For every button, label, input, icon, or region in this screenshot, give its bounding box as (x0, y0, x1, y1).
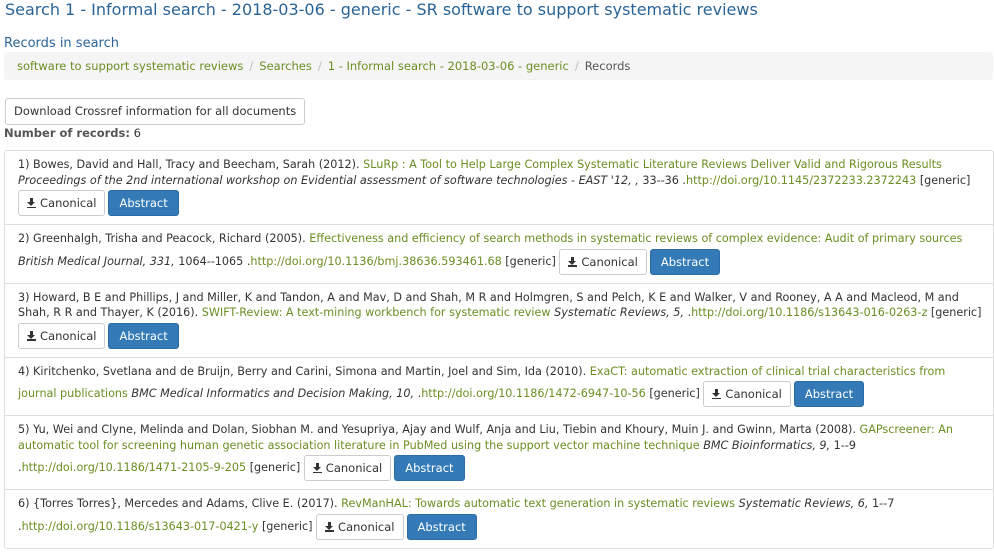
record-venue: BMC Bioinformatics, 9, (703, 438, 831, 452)
download-icon (712, 389, 722, 399)
record-authors: 5) Yu, Wei and Clyne, Melinda and Dolan,… (18, 423, 856, 436)
section-subtitle: Records in search (4, 36, 119, 51)
record-authors: 4) Kiritchenko, Svetlana and de Bruijn, … (18, 364, 587, 378)
record-count: Number of records: 6 (4, 126, 141, 140)
download-icon (27, 198, 36, 208)
canonical-button[interactable]: Canonical (18, 322, 106, 349)
abstract-button[interactable]: Abstract (108, 190, 179, 216)
breadcrumb-current: Records (584, 59, 631, 73)
record-doi-link[interactable]: http://doi.org/10.1186/s13643-016-0263-z (691, 306, 927, 319)
record-venue: Systematic Reviews, 5, (554, 306, 684, 319)
abstract-button[interactable]: Abstract (649, 248, 721, 275)
record-count-label: Number of records: (4, 126, 130, 140)
abstract-button[interactable]: Abstract (406, 513, 477, 540)
record-venue: British Medical Journal, 331, (18, 254, 175, 268)
record-doi-link[interactable]: http://doi.org/10.1186/1471-2105-9-205 (22, 461, 247, 474)
record-tag: [generic] (930, 306, 982, 319)
record-tag: [generic] (249, 461, 301, 474)
record-tag: [generic] (919, 173, 971, 187)
record-item: 1) Bowes, David and Hall, Tracy and Beec… (5, 151, 993, 224)
breadcrumb-separator: / (574, 59, 579, 73)
record-venue: Systematic Reviews, 6, (738, 497, 869, 510)
record-tag: [generic] (261, 519, 313, 533)
record-item: 5) Yu, Wei and Clyne, Melinda and Dolan,… (5, 415, 993, 489)
canonical-button[interactable]: Canonical (703, 381, 791, 407)
breadcrumb-separator: / (317, 59, 322, 73)
download-icon (325, 521, 335, 532)
record-item: 3) Howard, B E and Phillips, J and Mille… (5, 282, 993, 357)
record-title-link[interactable]: RevManHAL: Towards automatic text genera… (341, 497, 735, 510)
record-item: 4) Kiritchenko, Svetlana and de Bruijn, … (5, 356, 993, 416)
record-pages: 1064--1065 . (178, 254, 251, 268)
breadcrumb-search[interactable]: 1 - Informal search - 2018-03-06 - gener… (328, 59, 569, 73)
download-icon (312, 463, 322, 473)
canonical-button[interactable]: Canonical (18, 190, 106, 216)
record-doi-link[interactable]: http://doi.org/10.1186/1472-6947-10-56 (421, 387, 646, 400)
abstract-button[interactable]: Abstract (394, 455, 465, 481)
record-item: 6) {Torres Torres}, Mercedes and Adams, … (5, 489, 993, 548)
record-title-link[interactable]: SWIFT-Review: A text-mining workbench fo… (202, 306, 551, 319)
record-doi-link[interactable]: http://doi.org/10.1136/bmj.38636.593461.… (250, 255, 501, 268)
record-count-value: 6 (133, 126, 141, 140)
record-pages: 33--36 . (642, 173, 686, 187)
breadcrumb: software to support systematic reviews / S… (4, 52, 993, 80)
page-title: Search 1 - Informal search - 2018-03-06 … (5, 0, 758, 19)
record-title-link[interactable]: SLuRp : A Tool to Help Large Complex Sys… (363, 158, 942, 171)
records-list: 1) Bowes, David and Hall, Tracy and Beec… (4, 150, 994, 549)
record-doi-link[interactable]: http://doi.org/10.1145/2372233.2372243 (686, 174, 916, 187)
breadcrumb-separator: / (249, 59, 254, 73)
record-doi-link[interactable]: http://doi.org/10.1186/s13643-017-0421-y (22, 520, 259, 533)
record-title-link[interactable]: Effectiveness and efficiency of search m… (309, 232, 962, 245)
record-venue: BMC Medical Informatics and Decision Mak… (131, 387, 415, 400)
record-item: 2) Greenhalgh, Trisha and Peacock, Richa… (5, 224, 993, 283)
record-tag: [generic] (505, 254, 556, 268)
abstract-button[interactable]: Abstract (108, 322, 179, 349)
record-tag: [generic] (649, 387, 700, 400)
record-venue: Proceedings of the 2nd international wor… (18, 173, 639, 187)
record-authors: 2) Greenhalgh, Trisha and Peacock, Richa… (18, 232, 306, 245)
canonical-button[interactable]: Canonical (316, 513, 404, 540)
abstract-button[interactable]: Abstract (793, 381, 865, 407)
download-icon (27, 330, 36, 341)
breadcrumb-searches[interactable]: Searches (259, 59, 312, 73)
download-icon (568, 256, 578, 267)
breadcrumb-project[interactable]: software to support systematic reviews (17, 59, 243, 73)
download-crossref-button[interactable]: Download Crossref information for all do… (5, 98, 306, 125)
record-authors: 1) Bowes, David and Hall, Tracy and Beec… (18, 158, 360, 171)
canonical-button[interactable]: Canonical (303, 455, 392, 481)
record-authors: 6) {Torres Torres}, Mercedes and Adams, … (18, 497, 338, 510)
canonical-button[interactable]: Canonical (559, 248, 647, 275)
